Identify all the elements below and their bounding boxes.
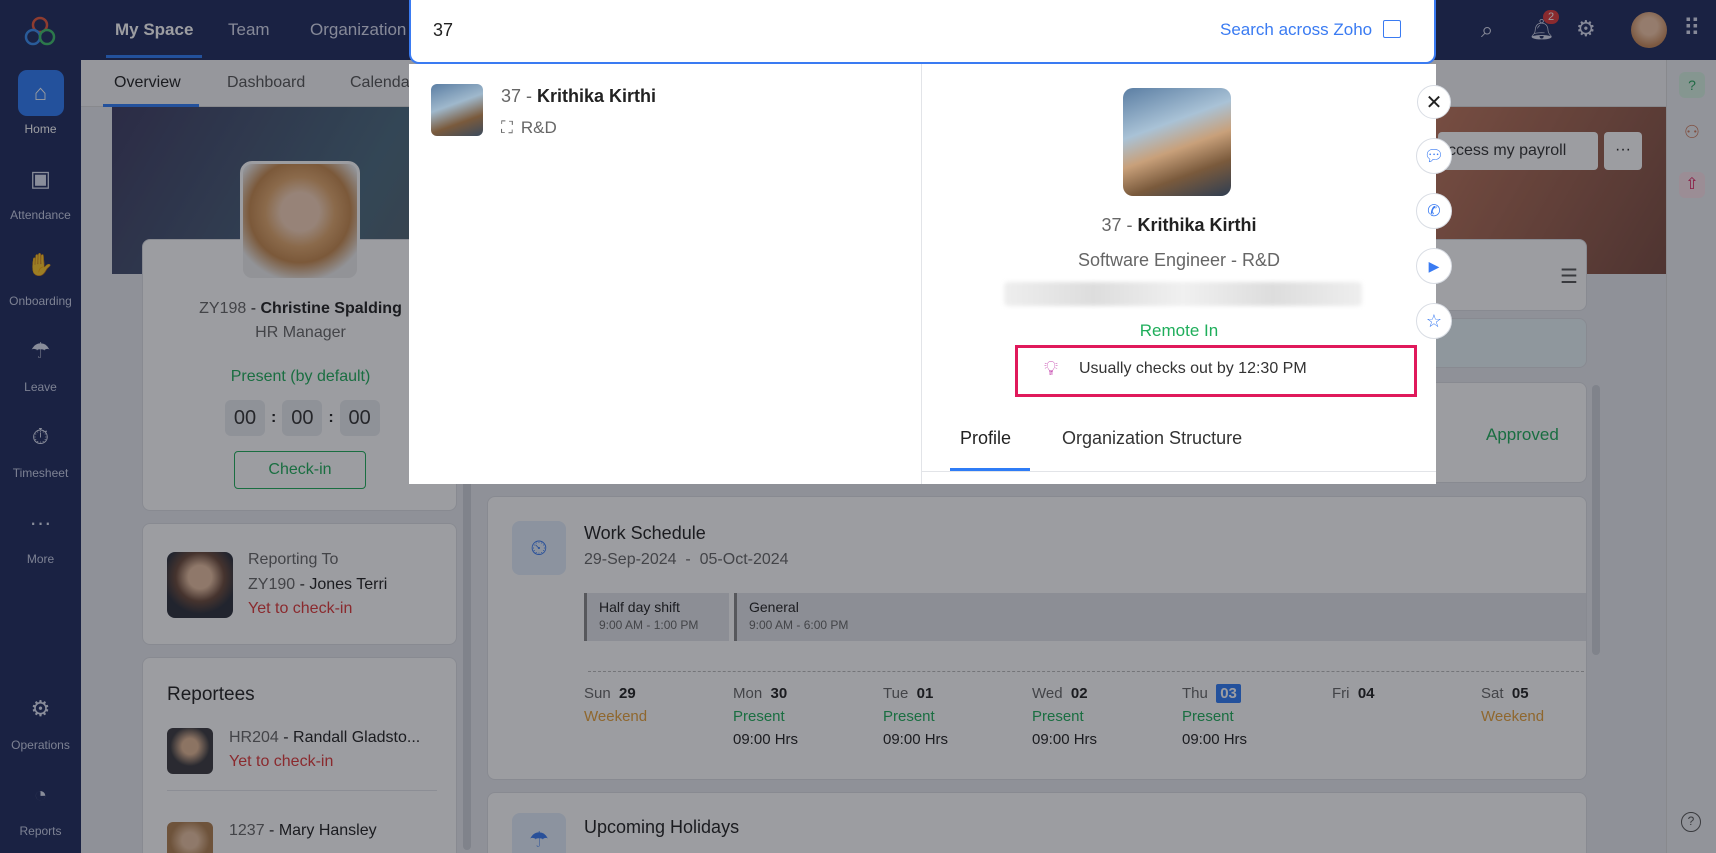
call-button[interactable]: ✆ — [1416, 193, 1452, 229]
close-icon: ✕ — [1425, 91, 1443, 114]
result-detail: 37 - Krithika Kirthi Software Engineer -… — [922, 64, 1436, 484]
detail-title: Software Engineer - R&D — [1077, 250, 1281, 270]
result-photo — [431, 84, 483, 136]
detail-name: Krithika Kirthi — [1137, 215, 1257, 235]
result-name: Krithika Kirthi — [537, 86, 657, 106]
presence-status: Remote In — [1139, 321, 1219, 340]
checkout-insight: Usually checks out by 12:30 PM — [1079, 360, 1307, 377]
lightbulb-sparkle-icon: 💡︎ — [1044, 358, 1058, 380]
phone-icon: ✆ — [1427, 203, 1441, 220]
search-input[interactable]: 37 — [433, 20, 453, 41]
chat-icon: 💬︎ — [1423, 148, 1445, 165]
tab-organization-structure[interactable]: Organization Structure — [1062, 428, 1242, 449]
detail-photo — [1123, 88, 1231, 196]
result-dept-line: ⛶ R&D — [501, 118, 557, 137]
video-call-button[interactable]: ▶ — [1416, 248, 1452, 284]
star-icon: ☆ — [1425, 310, 1443, 331]
tab-profile[interactable]: Profile — [960, 428, 1011, 449]
result-list: 37 - Krithika Kirthi ⛶ R&D — [409, 64, 922, 484]
external-link-icon — [1382, 20, 1401, 38]
global-search: 37 Search across Zoho — [409, 0, 1436, 64]
profile-tab-indicator — [950, 468, 1030, 471]
result-name-line: 37 - Krithika Kirthi — [501, 86, 657, 106]
close-button[interactable]: ✕ — [1417, 85, 1451, 119]
blurred-email — [1004, 282, 1362, 306]
chat-button[interactable]: 💬︎ — [1416, 138, 1452, 174]
result-item[interactable]: 37 - Krithika Kirthi ⛶ R&D — [431, 84, 911, 144]
search-results-panel: 37 - Krithika Kirthi ⛶ R&D 37 - Krithika … — [409, 64, 1436, 484]
video-icon: ▶ — [1428, 257, 1440, 274]
org-hierarchy-icon: ⛶ — [501, 118, 513, 137]
favorite-button[interactable]: ☆ — [1416, 303, 1452, 339]
search-across-zoho-link[interactable]: Search across Zoho — [1220, 20, 1401, 40]
checkout-insight-highlight: 💡︎ Usually checks out by 12:30 PM — [1015, 345, 1417, 397]
tab-divider — [922, 471, 1436, 472]
detail-name-line: 37 - Krithika Kirthi — [1101, 215, 1257, 235]
